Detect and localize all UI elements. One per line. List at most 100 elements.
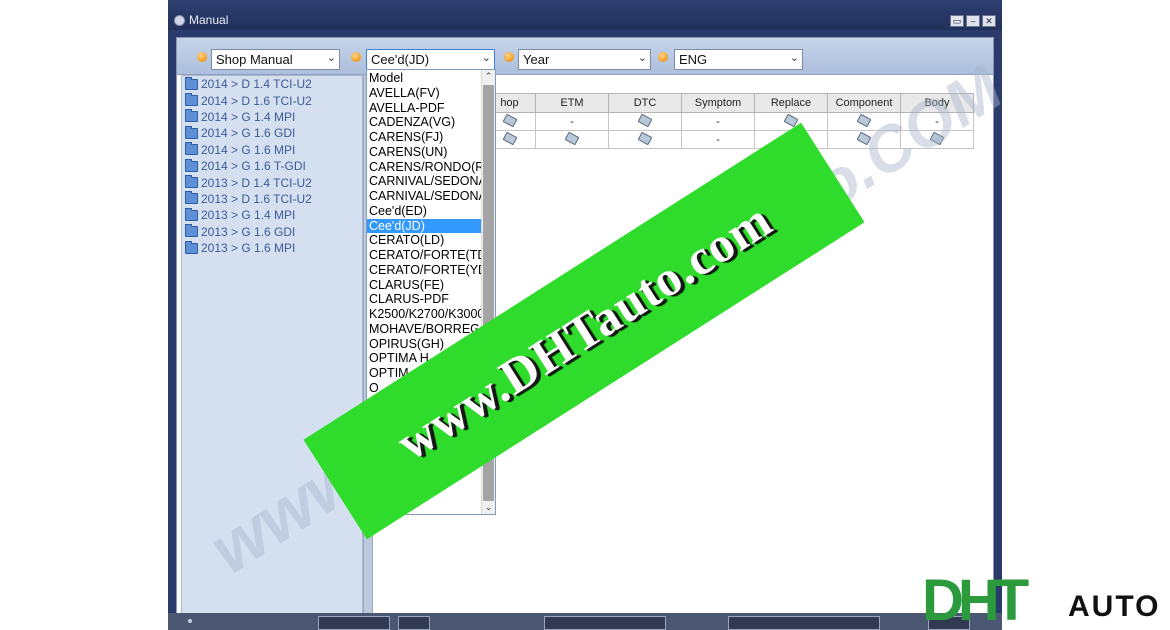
scroll-up-arrow-icon[interactable]: ⌃ xyxy=(482,70,495,83)
dropdown-option[interactable]: CERATO(LD) xyxy=(367,233,481,248)
dropdown-option[interactable]: K2500/K2700/K3000 xyxy=(367,307,481,322)
empty-cell: - xyxy=(681,130,755,149)
dropdown-option[interactable]: AVELLA-PDF xyxy=(367,101,481,116)
tree-item[interactable]: 2013 > G 1.6 GDI xyxy=(182,224,362,240)
dropdown-option[interactable]: CLARUS(FE) xyxy=(367,278,481,293)
dropdown-option[interactable]: CERATO/FORTE(TD) xyxy=(367,248,481,263)
tree-item[interactable]: 2014 > G 1.4 MPI xyxy=(182,109,362,125)
dropdown-option[interactable]: CARENS(UN) xyxy=(367,145,481,160)
app-icon xyxy=(174,15,185,26)
manual-link-cell[interactable] xyxy=(608,112,682,131)
manual-type-value: Shop Manual xyxy=(216,52,293,67)
dropdown-option[interactable]: CARENS/RONDO(RP) xyxy=(367,160,481,175)
folder-icon xyxy=(185,240,198,254)
manual-type-bullet-icon xyxy=(197,52,207,62)
dropdown-option[interactable]: MOHAVE/BORREGO xyxy=(367,322,481,337)
empty-cell: - xyxy=(681,112,755,131)
book-icon xyxy=(502,113,517,127)
tree-item-label: 2013 > G 1.6 GDI xyxy=(201,224,296,239)
logo-word-text: AUTO xyxy=(1068,590,1160,623)
book-icon xyxy=(502,131,517,145)
window-title: Manual xyxy=(189,13,229,27)
column-header: DTC xyxy=(608,93,682,113)
dropdown-option[interactable]: CADENZA(VG) xyxy=(367,115,481,130)
tree-item[interactable]: 2014 > D 1.4 TCI-U2 xyxy=(182,76,362,92)
manual-link-cell[interactable] xyxy=(608,130,682,149)
language-select[interactable]: ENG ⌄ xyxy=(674,49,803,70)
tree-item[interactable]: 2014 > G 1.6 T-GDI xyxy=(182,158,362,174)
scroll-down-arrow-icon[interactable]: ⌄ xyxy=(482,501,495,514)
dropdown-option[interactable]: CARENS(FJ) xyxy=(367,130,481,145)
minimize-button[interactable]: – xyxy=(966,15,980,27)
folder-icon xyxy=(185,175,198,189)
book-icon xyxy=(637,113,653,127)
tree-item[interactable]: 2014 > G 1.6 MPI xyxy=(182,142,362,158)
tree-item-label: 2013 > D 1.4 TCI-U2 xyxy=(201,175,312,190)
dropdown-option[interactable]: CLARUS-PDF xyxy=(367,292,481,307)
year-bullet-icon xyxy=(504,52,514,62)
dropdown-option[interactable]: AVELLA(FV) xyxy=(367,86,481,101)
chevron-down-icon: ⌄ xyxy=(637,52,647,64)
book-icon xyxy=(564,131,580,145)
empty-cell: - xyxy=(535,112,609,131)
year-select[interactable]: Year ⌄ xyxy=(518,49,651,70)
tree-item-label: 2014 > D 1.6 TCI-U2 xyxy=(201,93,312,108)
folder-icon xyxy=(185,76,198,90)
folder-icon xyxy=(185,191,198,205)
tree-item[interactable]: 2013 > D 1.4 TCI-U2 xyxy=(182,174,362,190)
close-button[interactable]: ✕ xyxy=(982,15,996,27)
dropdown-option[interactable]: CARNIVAL/SEDONA xyxy=(367,174,481,189)
dropdown-option[interactable]: Cee'd(JD) xyxy=(367,218,481,234)
folder-icon xyxy=(185,109,198,123)
model-value: Cee'd(JD) xyxy=(371,52,430,67)
tree-item[interactable]: 2013 > G 1.6 MPI xyxy=(182,240,362,256)
column-header: Replace xyxy=(754,93,828,113)
chevron-down-icon: ⌄ xyxy=(326,52,336,64)
book-icon xyxy=(637,131,653,145)
folder-icon xyxy=(185,207,198,221)
model-bullet-icon xyxy=(351,52,361,62)
dropdown-option[interactable]: CERATO/FORTE(YD) xyxy=(367,263,481,278)
dropdown-option[interactable]: Cee'd(ED) xyxy=(367,204,481,219)
model-select[interactable]: Cee'd(JD) ⌄ xyxy=(366,49,495,70)
folder-icon xyxy=(185,93,198,107)
tree-item-label: 2014 > G 1.4 MPI xyxy=(201,109,296,124)
tree-item[interactable]: 2014 > D 1.6 TCI-U2 xyxy=(182,92,362,108)
dropdown-option[interactable]: CARNIVAL/SEDONA xyxy=(367,189,481,204)
year-value: Year xyxy=(523,52,550,67)
tree-item-label: 2014 > G 1.6 GDI xyxy=(201,126,296,141)
tree-item-label: 2013 > D 1.6 TCI-U2 xyxy=(201,191,312,206)
folder-icon xyxy=(185,158,198,172)
tree-item-label: 2014 > D 1.4 TCI-U2 xyxy=(201,77,312,92)
restore-button[interactable]: ▭ xyxy=(950,15,964,27)
status-indicator-icon xyxy=(188,619,192,623)
tree-item[interactable]: 2013 > D 1.6 TCI-U2 xyxy=(182,191,362,207)
title-bar: Manual ▭ – ✕ xyxy=(168,0,1002,30)
logo-mark-text: DHT xyxy=(922,568,1029,624)
tree-item-label: 2013 > G 1.6 MPI xyxy=(201,241,296,256)
manual-link-cell[interactable] xyxy=(535,130,609,149)
column-header: Symptom xyxy=(681,93,755,113)
folder-icon xyxy=(185,224,198,238)
chevron-down-icon: ⌄ xyxy=(789,52,799,64)
folder-icon xyxy=(185,125,198,139)
column-header: ETM xyxy=(535,93,609,113)
filter-toolbar: Shop Manual ⌄ Cee'd(JD) ⌄ Year ⌄ ENG ⌄ xyxy=(177,38,993,75)
manual-type-select[interactable]: Shop Manual ⌄ xyxy=(211,49,340,70)
status-panel xyxy=(544,616,666,630)
tree-item-label: 2013 > G 1.4 MPI xyxy=(201,208,296,223)
status-panel xyxy=(318,616,390,630)
tree-item[interactable]: 2014 > G 1.6 GDI xyxy=(182,125,362,141)
chevron-down-icon: ⌄ xyxy=(481,52,491,64)
tree-item-label: 2014 > G 1.6 MPI xyxy=(201,142,296,157)
dht-auto-logo: DHT AUTO xyxy=(922,568,1160,624)
window-controls: ▭ – ✕ xyxy=(950,15,996,27)
tree-item-label: 2014 > G 1.6 T-GDI xyxy=(201,159,306,174)
status-panel xyxy=(728,616,880,630)
dropdown-option[interactable]: Model xyxy=(367,71,481,86)
language-bullet-icon xyxy=(658,52,668,62)
language-value: ENG xyxy=(679,52,708,67)
tree-item[interactable]: 2013 > G 1.4 MPI xyxy=(182,207,362,223)
status-panel xyxy=(398,616,430,630)
folder-icon xyxy=(185,142,198,156)
